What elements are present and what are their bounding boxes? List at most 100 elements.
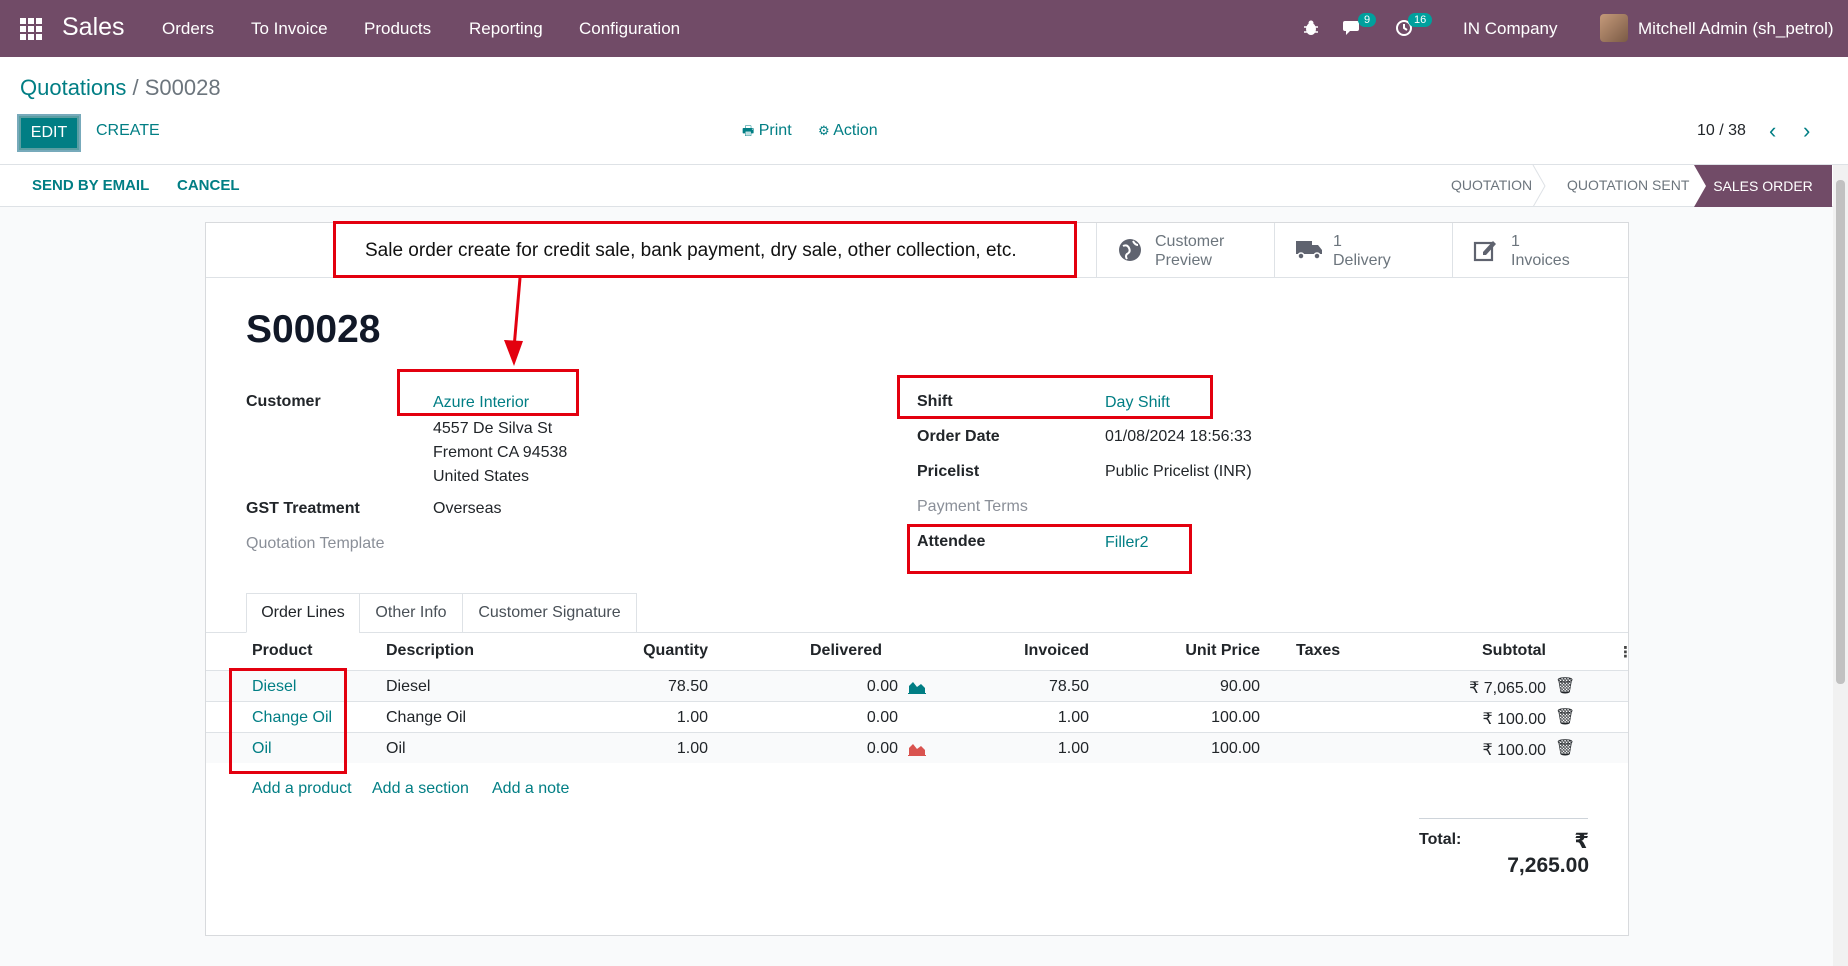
invoices-count: 1 xyxy=(1511,233,1520,250)
stage-separator-icon xyxy=(1532,165,1546,207)
app-name[interactable]: Sales xyxy=(62,13,125,42)
delivery-button[interactable]: 1 Delivery xyxy=(1274,223,1452,278)
forecast-chart-warning-icon[interactable] xyxy=(908,742,926,756)
print-label: Print xyxy=(758,122,792,139)
control-panel: Quotations / S00028 EDIT CREATE 🖶 Print … xyxy=(0,57,1848,165)
highlight-shift-box xyxy=(897,375,1213,419)
line-invoiced: 1.00 xyxy=(1057,709,1089,726)
gst-treatment-label: GST Treatment xyxy=(246,500,360,517)
tab-order-lines[interactable]: Order Lines xyxy=(246,593,360,633)
cancel-button[interactable]: CANCEL xyxy=(177,177,240,194)
col-description[interactable]: Description xyxy=(386,642,474,660)
apps-grid-icon[interactable] xyxy=(20,18,42,40)
stage-quotation-sent[interactable]: QUOTATION SENT xyxy=(1567,177,1689,193)
col-subtotal[interactable]: Subtotal xyxy=(1416,642,1546,660)
col-unit-price[interactable]: Unit Price xyxy=(1106,642,1260,660)
add-section-link[interactable]: Add a section xyxy=(372,780,469,798)
menu-reporting[interactable]: Reporting xyxy=(469,19,543,39)
table-row[interactable]: Change Oil Change Oil 1.00 0.00 1.00 100… xyxy=(206,702,1628,732)
order-reference: S00028 xyxy=(246,308,381,351)
user-menu[interactable]: Mitchell Admin (sh_petrol) xyxy=(1638,19,1834,39)
line-unit-price[interactable]: 90.00 xyxy=(1106,678,1260,696)
customer-preview-line1: Customer xyxy=(1155,233,1225,250)
order-date-label: Order Date xyxy=(917,428,1000,445)
line-quantity[interactable]: 78.50 xyxy=(536,678,708,696)
address-country: United States xyxy=(433,468,530,485)
company-switcher[interactable]: IN Company xyxy=(1463,19,1557,39)
gst-treatment-field[interactable]: Overseas xyxy=(433,500,501,518)
trash-icon[interactable]: 🗑 xyxy=(1555,738,1575,758)
col-taxes[interactable]: Taxes xyxy=(1296,642,1340,660)
line-unit-price[interactable]: 100.00 xyxy=(1106,740,1260,758)
action-button[interactable]: ⚙ Action xyxy=(818,122,878,140)
create-button[interactable]: CREATE xyxy=(96,122,160,140)
menu-orders[interactable]: Orders xyxy=(162,19,214,39)
line-subtotal: ₹ 7,065.00 xyxy=(1469,680,1546,697)
column-options-icon[interactable]: ⋮ xyxy=(1618,643,1633,661)
line-description[interactable]: Oil xyxy=(386,740,406,758)
highlight-attendee-box xyxy=(907,524,1192,574)
edit-button[interactable]: EDIT xyxy=(17,114,81,152)
line-description[interactable]: Change Oil xyxy=(386,709,466,727)
truck-icon xyxy=(1296,241,1322,260)
forecast-chart-icon[interactable] xyxy=(908,680,926,694)
activity-badge: 16 xyxy=(1408,13,1433,27)
tab-customer-signature[interactable]: Customer Signature xyxy=(462,593,637,633)
customer-preview-button[interactable]: Customer Preview xyxy=(1096,223,1274,278)
delivery-label: Delivery xyxy=(1333,252,1391,269)
delivery-count: 1 xyxy=(1333,233,1342,250)
pager-next-icon[interactable]: › xyxy=(1803,118,1810,144)
menu-to-invoice[interactable]: To Invoice xyxy=(251,19,328,39)
pricelist-field[interactable]: Public Pricelist (INR) xyxy=(1105,463,1252,481)
menu-configuration[interactable]: Configuration xyxy=(579,19,680,39)
trash-icon[interactable]: 🗑 xyxy=(1555,676,1575,696)
scrollbar-thumb[interactable] xyxy=(1836,180,1845,684)
invoices-button[interactable]: 1 Invoices xyxy=(1452,223,1630,278)
highlight-customer-box xyxy=(397,369,579,416)
printer-icon: 🖶 xyxy=(742,123,755,138)
line-description[interactable]: Diesel xyxy=(386,678,430,696)
line-subtotal: ₹ 100.00 xyxy=(1482,711,1546,728)
print-button[interactable]: 🖶 Print xyxy=(742,122,792,144)
line-delivered: 0.00 xyxy=(866,678,898,695)
customer-preview-line2: Preview xyxy=(1155,252,1212,269)
col-delivered[interactable]: Delivered xyxy=(810,642,882,660)
bug-icon[interactable] xyxy=(1302,19,1320,37)
table-row[interactable]: Oil Oil 1.00 0.00 1.00 100.00 ₹ 100.00 🗑 xyxy=(206,733,1628,763)
user-avatar[interactable] xyxy=(1600,14,1628,42)
pencil-square-icon xyxy=(1473,241,1496,262)
table-row[interactable]: Diesel Diesel 78.50 0.00 78.50 90.00 ₹ 7… xyxy=(206,671,1628,701)
breadcrumb: Quotations / S00028 xyxy=(20,75,221,101)
chat-badge: 9 xyxy=(1358,13,1377,27)
add-product-link[interactable]: Add a product xyxy=(252,780,352,798)
col-invoiced[interactable]: Invoiced xyxy=(946,642,1089,660)
send-by-email-button[interactable]: SEND BY EMAIL xyxy=(32,177,149,194)
status-bar: SEND BY EMAIL CANCEL QUOTATION QUOTATION… xyxy=(0,165,1848,207)
add-note-link[interactable]: Add a note xyxy=(492,780,569,798)
line-unit-price[interactable]: 100.00 xyxy=(1106,709,1260,727)
pager-value[interactable]: 10 / 38 xyxy=(1697,122,1746,140)
col-quantity[interactable]: Quantity xyxy=(536,642,708,660)
stage-quotation[interactable]: QUOTATION xyxy=(1451,177,1532,193)
line-invoiced: 1.00 xyxy=(1057,740,1089,757)
line-quantity[interactable]: 1.00 xyxy=(536,709,708,727)
callout-text: Sale order create for credit sale, bank … xyxy=(365,240,1017,261)
globe-icon xyxy=(1119,239,1141,261)
breadcrumb-separator: / xyxy=(126,75,145,100)
tab-other-info[interactable]: Other Info xyxy=(359,593,463,633)
menu-products[interactable]: Products xyxy=(364,19,431,39)
callout-arrow-icon xyxy=(504,278,523,366)
trash-icon[interactable]: 🗑 xyxy=(1555,707,1575,727)
address-street: 4557 De Silva St xyxy=(433,420,553,437)
line-delivered: 0.00 xyxy=(866,740,898,757)
line-invoiced: 78.50 xyxy=(1048,678,1089,695)
line-quantity[interactable]: 1.00 xyxy=(536,740,708,758)
breadcrumb-quotations[interactable]: Quotations xyxy=(20,75,126,100)
payment-terms-label: Payment Terms xyxy=(917,498,1028,515)
col-product[interactable]: Product xyxy=(252,642,312,660)
pager-previous-icon[interactable]: ‹ xyxy=(1769,118,1776,144)
order-date-field[interactable]: 01/08/2024 18:56:33 xyxy=(1105,428,1252,446)
action-label: Action xyxy=(833,122,878,139)
stage-sales-order[interactable]: SALES ORDER xyxy=(1694,165,1832,207)
form-sheet: Customer Preview 1 Delivery 1 Invoices S… xyxy=(205,222,1633,936)
